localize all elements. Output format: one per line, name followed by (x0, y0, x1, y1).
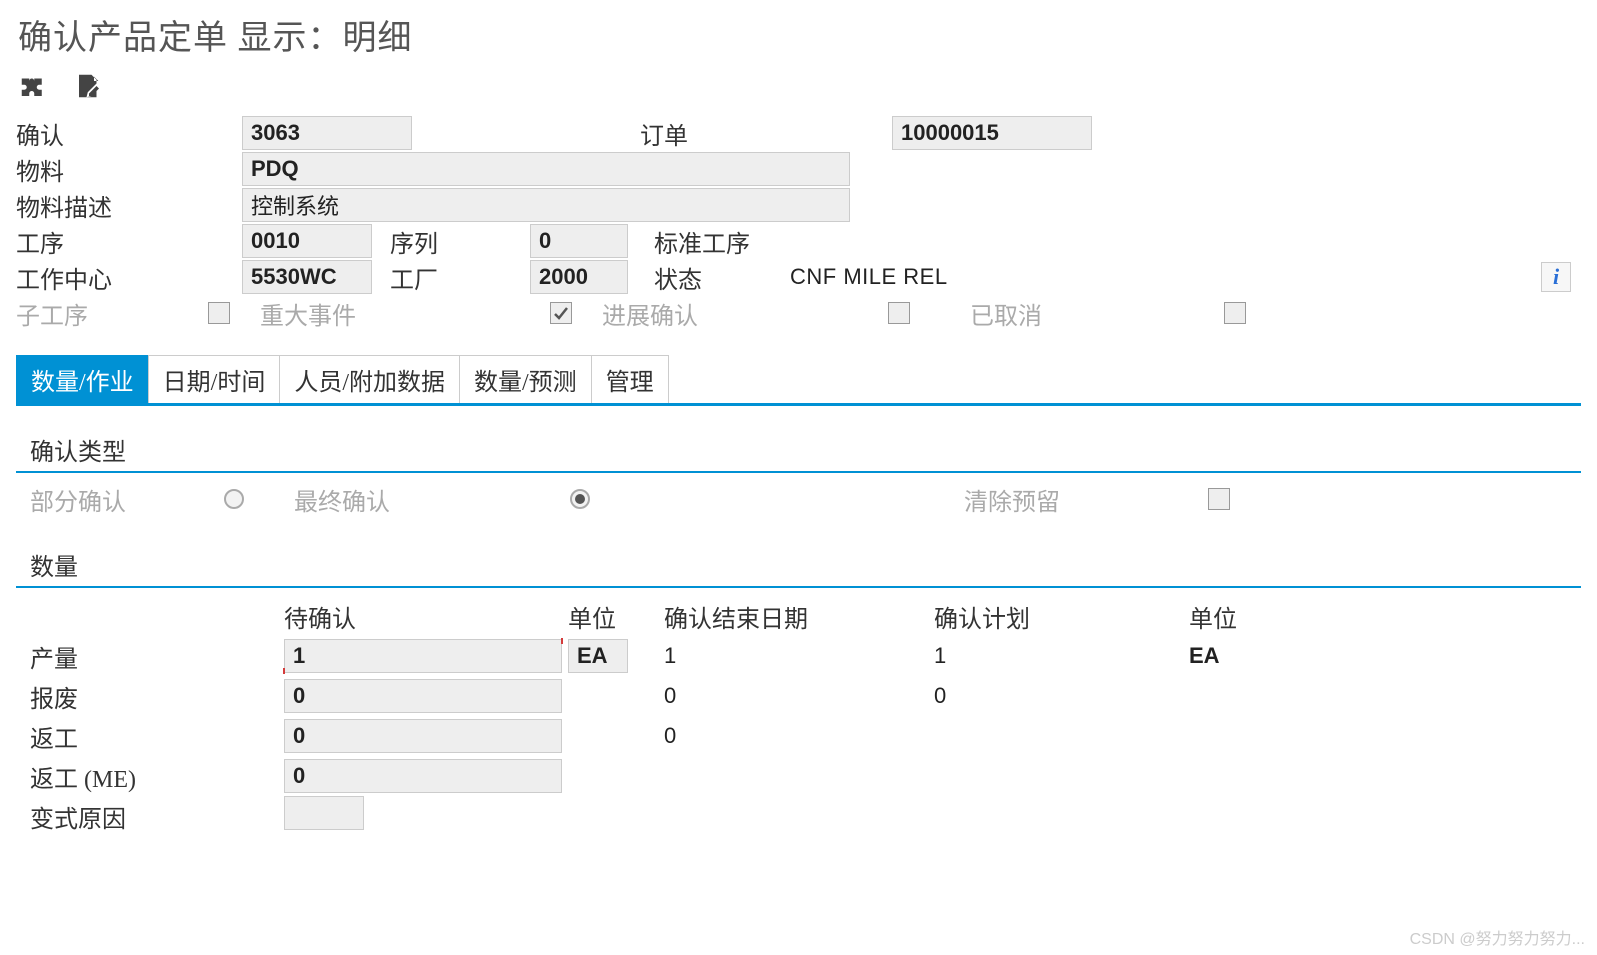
check-icon (553, 305, 569, 321)
yield-plan-value: 1 (934, 643, 1189, 669)
status-label: 状态 (654, 260, 790, 295)
toolbar (0, 67, 1597, 109)
final-confirm-label: 最终确认 (294, 482, 570, 517)
rework-pending-field[interactable]: 0 (284, 719, 562, 753)
clear-reserve-label: 清除预留 (964, 482, 1208, 517)
cancelled-checkbox[interactable] (1224, 302, 1246, 324)
milestone-label: 重大事件 (260, 296, 550, 331)
page-title: 确认产品定单 显示：明细 (0, 0, 1597, 67)
stdoper-label: 标准工序 (654, 224, 750, 259)
info-icon[interactable]: i (1541, 262, 1571, 292)
watermark: CSDN @努力努力努力... (1410, 925, 1585, 949)
sequence-value[interactable]: 0 (530, 224, 628, 258)
clear-reserve-checkbox[interactable] (1208, 488, 1230, 510)
workcenter-label: 工作中心 (16, 260, 242, 295)
row-yield: 产量 1 EA 1 1 EA (30, 636, 1575, 676)
operation-value[interactable]: 0010 (242, 224, 372, 258)
confirm-label: 确认 (16, 116, 242, 151)
row-rework-me: 返工 (ME) 0 (30, 756, 1575, 796)
status-value: CNF MILE REL (790, 264, 948, 290)
tab-personnel[interactable]: 人员/附加数据 (279, 355, 460, 403)
matdesc-label: 物料描述 (16, 188, 242, 223)
header-form: 确认 3063 订单 10000015 物料 PDQ 物料描述 控制系统 工序 … (0, 109, 1597, 337)
row-variance: 变式原因 (30, 796, 1575, 836)
rework-me-pending-field[interactable]: 0 (284, 759, 562, 793)
col-pending: 待确认 (284, 599, 568, 634)
col-unit: 单位 (568, 599, 664, 634)
rework-end-value: 0 (664, 723, 934, 749)
confirm-value[interactable]: 3063 (242, 116, 412, 150)
progress-checkbox[interactable] (888, 302, 910, 324)
order-label: 订单 (640, 116, 892, 151)
tabstrip: 数量/作业 日期/时间 人员/附加数据 数量/预测 管理 (16, 355, 1581, 406)
tab-qty-forecast[interactable]: 数量/预测 (459, 355, 592, 403)
sequence-label: 序列 (390, 224, 530, 259)
workcenter-value[interactable]: 5530WC (242, 260, 372, 294)
rework-label: 返工 (30, 719, 284, 754)
scrap-plan-value: 0 (934, 683, 1189, 709)
edit-document-icon[interactable] (74, 71, 104, 101)
confirm-type-title: 确认类型 (16, 424, 1581, 473)
yield-unit-field[interactable]: EA (568, 639, 628, 673)
progress-label: 进展确认 (602, 296, 888, 331)
col-plan: 确认计划 (934, 599, 1189, 634)
partial-confirm-radio[interactable] (224, 489, 244, 509)
row-scrap: 报废 0 0 0 (30, 676, 1575, 716)
tab-qty-activities[interactable]: 数量/作业 (16, 355, 149, 403)
order-value[interactable]: 10000015 (892, 116, 1092, 150)
material-value[interactable]: PDQ (242, 152, 850, 186)
plant-label: 工厂 (390, 260, 530, 295)
plant-value[interactable]: 2000 (530, 260, 628, 294)
col-unit2: 单位 (1189, 599, 1279, 634)
scrap-end-value: 0 (664, 683, 934, 709)
milestone-checkbox[interactable] (550, 302, 572, 324)
yield-end-value: 1 (664, 643, 934, 669)
scrap-label: 报废 (30, 679, 284, 714)
scrap-pending-field[interactable]: 0 (284, 679, 562, 713)
quantity-group: 数量 待确认 单位 确认结束日期 确认计划 单位 产量 1 EA 1 1 EA … (16, 539, 1581, 840)
suboperation-label: 子工序 (16, 296, 208, 331)
rework-me-label: 返工 (ME) (30, 759, 284, 794)
cancelled-label: 已取消 (970, 296, 1224, 331)
confirm-type-group: 确认类型 部分确认 最终确认 清除预留 (16, 424, 1581, 521)
partial-confirm-label: 部分确认 (30, 482, 224, 517)
puzzle-icon[interactable] (18, 71, 48, 101)
tab-admin[interactable]: 管理 (591, 355, 669, 403)
final-confirm-radio[interactable] (570, 489, 590, 509)
yield-unit2-value: EA (1189, 643, 1279, 669)
tab-date-time[interactable]: 日期/时间 (148, 355, 281, 403)
quantity-title: 数量 (16, 539, 1581, 588)
operation-label: 工序 (16, 224, 242, 259)
matdesc-value[interactable]: 控制系统 (242, 188, 850, 222)
variance-label: 变式原因 (30, 799, 284, 834)
row-rework: 返工 0 0 (30, 716, 1575, 756)
variance-field[interactable] (284, 796, 364, 830)
suboperation-checkbox[interactable] (208, 302, 230, 324)
col-enddate: 确认结束日期 (664, 599, 934, 634)
material-label: 物料 (16, 152, 242, 187)
yield-pending-field[interactable]: 1 (284, 639, 562, 673)
yield-label: 产量 (30, 639, 284, 674)
